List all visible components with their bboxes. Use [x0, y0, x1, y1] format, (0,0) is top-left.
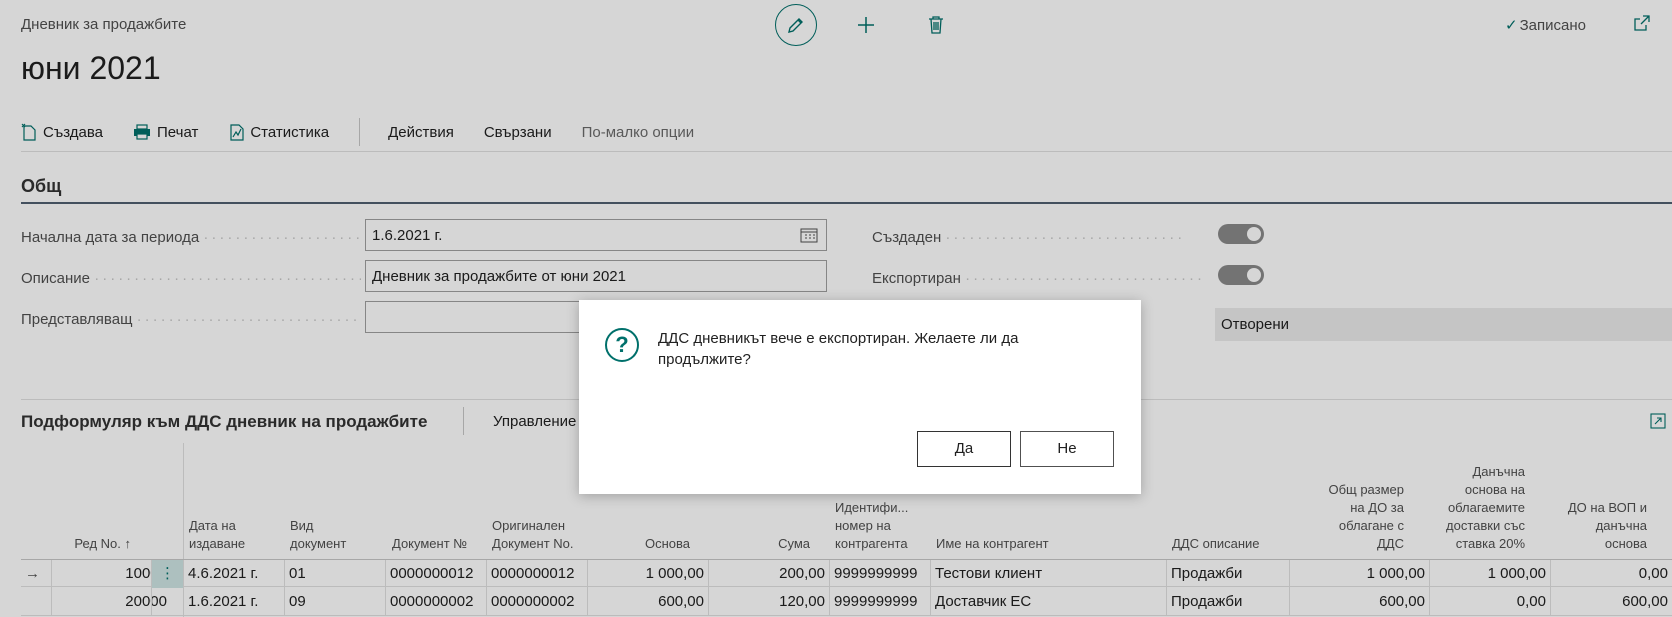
dialog-message: ДДС дневникът вече е експортиран. Желает…	[658, 330, 1019, 368]
yes-button[interactable]: Да	[917, 431, 1011, 467]
question-icon: ?	[605, 328, 639, 362]
no-button[interactable]: Не	[1020, 431, 1114, 467]
page: Дневник за продажбите ✓ Записано юни 2021…	[0, 0, 1672, 617]
confirm-dialog: ? ДДС дневникът вече е експортиран. Жела…	[579, 300, 1141, 494]
